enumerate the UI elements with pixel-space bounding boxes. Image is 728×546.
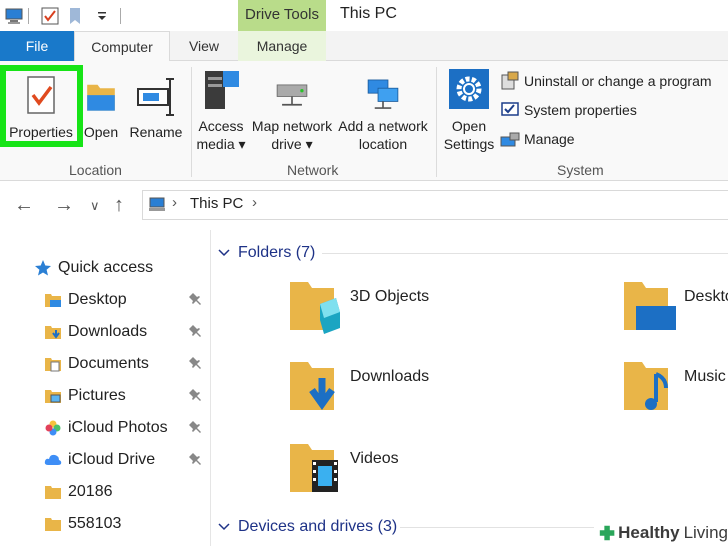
star-icon	[35, 260, 51, 276]
folder-downloads[interactable]: Downloads	[290, 360, 590, 424]
nav-quick-access[interactable]: Quick access	[34, 254, 200, 282]
tab-computer[interactable]: Computer	[74, 31, 170, 62]
chevron-down-icon	[218, 523, 230, 531]
pin-icon[interactable]	[188, 292, 202, 306]
folder-icon	[45, 486, 61, 499]
rename-icon	[137, 78, 174, 116]
open-settings-button[interactable]: Open Settings	[440, 67, 498, 153]
pin-icon[interactable]	[188, 452, 202, 466]
desktop-folder-icon	[45, 294, 61, 307]
system-properties-button[interactable]: System properties	[500, 98, 637, 122]
network-location-icon	[367, 79, 399, 109]
sidebar-item-pictures[interactable]: Pictures	[44, 382, 210, 410]
devices-section-header[interactable]: Devices and drives (3)	[218, 518, 397, 536]
open-button[interactable]: Open	[80, 73, 122, 141]
sidebar-item-558103[interactable]: 558103	[44, 510, 210, 538]
group-label-network: Network	[287, 162, 339, 178]
window-title: This PC	[340, 5, 397, 22]
sidebar-item-desktop[interactable]: Desktop	[44, 286, 210, 314]
videos-folder-icon	[290, 444, 338, 492]
tab-file[interactable]: File	[0, 31, 74, 61]
pin-icon[interactable]	[188, 420, 202, 434]
sidebar-item-icloud-photos[interactable]: iCloud Photos	[44, 414, 210, 442]
uninstall-icon	[501, 71, 519, 90]
title-bar: Drive Tools This PC	[0, 0, 728, 31]
back-icon[interactable]: ←	[14, 194, 34, 217]
drive-tools-tab: Drive Tools	[238, 0, 326, 31]
computer-icon[interactable]	[4, 6, 24, 26]
network-drive-icon	[276, 84, 308, 106]
downloads-folder-icon	[45, 326, 61, 339]
new-folder-icon[interactable]	[66, 6, 86, 26]
folder-desktop[interactable]: Desktop	[624, 280, 728, 344]
group-label-location: Location	[69, 162, 122, 178]
tab-view[interactable]: View	[172, 31, 236, 61]
rename-button[interactable]: Rename	[128, 73, 184, 141]
manage-button[interactable]: Manage	[500, 127, 575, 151]
this-pc-icon	[149, 197, 165, 211]
address-path[interactable]: This PC	[190, 195, 243, 212]
folder-open-icon	[87, 84, 115, 111]
3d-objects-folder-icon	[290, 282, 340, 334]
map-network-drive-button[interactable]: Map network drive ▾	[250, 75, 334, 153]
sidebar-item-icloud-drive[interactable]: iCloud Drive	[44, 446, 210, 474]
ribbon-tabs: File Computer View Manage	[0, 31, 728, 62]
folder-music[interactable]: Music	[624, 360, 728, 424]
documents-folder-icon	[45, 358, 61, 372]
breadcrumb-chevron-icon[interactable]: ›	[252, 194, 257, 211]
media-server-icon	[205, 71, 239, 109]
folders-section-header[interactable]: Folders (7)	[218, 244, 315, 262]
folder-icon	[45, 518, 61, 531]
tab-manage[interactable]: Manage	[238, 31, 326, 61]
forward-icon[interactable]: →	[54, 194, 74, 217]
up-icon[interactable]: ↑	[114, 194, 124, 217]
icloud-photos-icon	[45, 420, 61, 436]
access-media-button[interactable]: Access media ▾	[194, 67, 248, 153]
uninstall-program-button[interactable]: Uninstall or change a program	[500, 69, 712, 93]
recent-locations-icon[interactable]: ∨	[90, 198, 100, 214]
sidebar-item-documents[interactable]: Documents	[44, 350, 210, 378]
desktop-folder-icon	[624, 282, 676, 330]
pin-icon[interactable]	[188, 356, 202, 370]
breadcrumb-chevron-icon[interactable]: ›	[172, 194, 177, 211]
folder-videos[interactable]: Videos	[290, 442, 590, 506]
properties-icon[interactable]	[40, 6, 60, 26]
ribbon: Properties Open Rename Location Access m…	[0, 61, 728, 181]
health-cross-icon	[599, 525, 615, 541]
computer-management-icon	[500, 132, 520, 147]
customize-quick-access-icon[interactable]	[92, 6, 112, 26]
pictures-folder-icon	[45, 390, 61, 403]
downloads-folder-icon	[290, 362, 335, 411]
pin-icon[interactable]	[188, 324, 202, 338]
properties-highlight	[0, 65, 83, 147]
system-properties-icon	[501, 102, 519, 116]
chevron-down-icon	[218, 249, 230, 257]
settings-gear-icon	[449, 69, 489, 109]
music-folder-icon	[624, 362, 668, 410]
watermark: Healthy Living	[594, 520, 728, 546]
group-label-system: System	[557, 162, 604, 178]
add-network-location-button[interactable]: Add a network location	[336, 75, 430, 153]
pin-icon[interactable]	[188, 388, 202, 402]
folder-3d-objects[interactable]: 3D Objects	[290, 280, 590, 344]
sidebar-item-20186[interactable]: 20186	[44, 478, 210, 506]
icloud-drive-icon	[44, 454, 62, 465]
sidebar-item-downloads[interactable]: Downloads	[44, 318, 210, 346]
